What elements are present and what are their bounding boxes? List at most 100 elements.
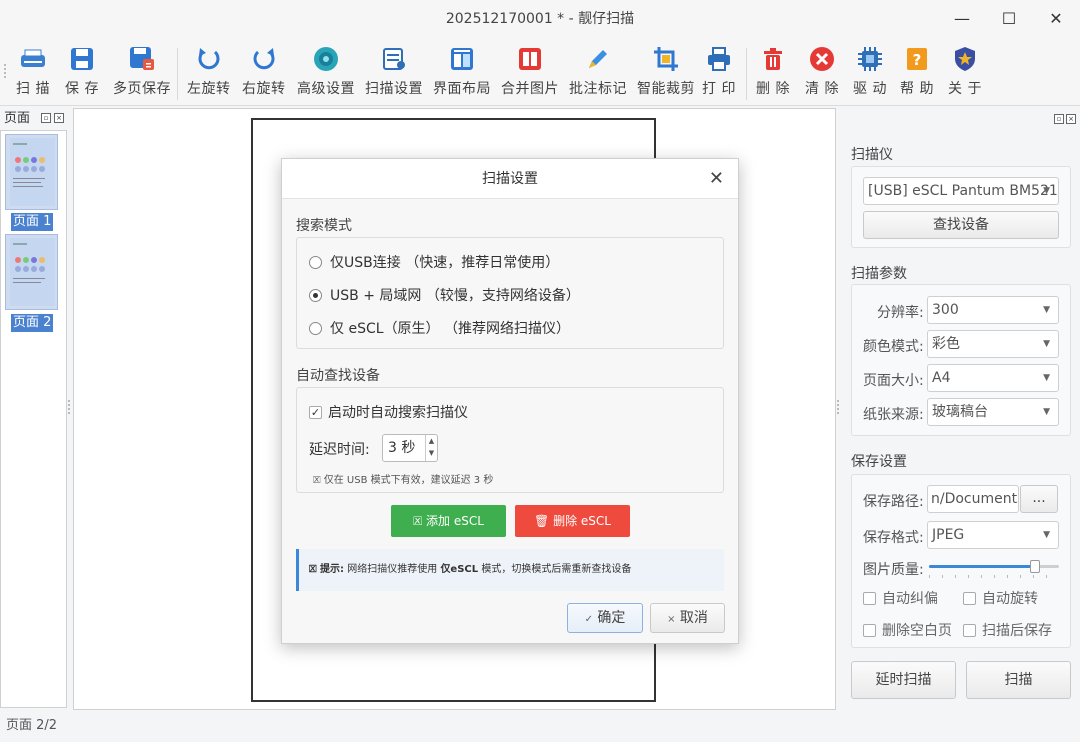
- panel-float-icon[interactable]: ▫: [1054, 114, 1064, 124]
- radio-button-selected: [309, 288, 322, 302]
- spinbox-buttons[interactable]: ▲ ▼: [425, 435, 437, 461]
- tool-label: 界面布局: [433, 81, 491, 97]
- scan-settings-icon: [379, 44, 409, 74]
- scan-button[interactable]: 扫描: [966, 661, 1071, 699]
- add-escl-button[interactable]: 🗵 添加 eSCL: [391, 505, 506, 537]
- print-tool-button[interactable]: 打 印: [702, 44, 736, 104]
- tool-label: 保 存: [65, 81, 99, 97]
- merge-images-tool-button[interactable]: 合并图片: [501, 44, 559, 104]
- panel-close-icon[interactable]: ×: [1066, 114, 1076, 124]
- page-thumbnail[interactable]: [5, 134, 58, 210]
- toolbar-grip[interactable]: [4, 64, 7, 78]
- advanced-settings-tool-button[interactable]: 高级设置: [297, 44, 355, 104]
- toolbar-separator: [746, 48, 747, 100]
- tool-label: 合并图片: [501, 81, 559, 97]
- save-path-input[interactable]: n/Documents: [927, 485, 1019, 513]
- checkbox-box: [863, 623, 876, 637]
- tool-label: 右旋转: [242, 81, 286, 97]
- save-tool-button[interactable]: 保 存: [65, 44, 99, 104]
- page-size-label: 页面大小:: [863, 373, 924, 389]
- chevron-down-icon: ▼: [1043, 186, 1050, 196]
- advanced-settings-icon: [311, 44, 341, 74]
- cancel-label: 取消: [679, 610, 708, 626]
- chevron-down-icon: ▼: [1043, 407, 1050, 417]
- about-shield-icon: [950, 44, 980, 74]
- save-format-select[interactable]: JPEG ▼: [927, 521, 1059, 549]
- help-tool-button[interactable]: ? 帮 助: [900, 44, 934, 104]
- save-icon: [67, 44, 97, 74]
- save-format-value: JPEG: [932, 527, 965, 543]
- radio-usb-only[interactable]: 仅USB连接 （快速，推荐日常使用）: [309, 252, 559, 272]
- rotate-left-tool-button[interactable]: 左旋转: [187, 44, 231, 104]
- clear-icon: [807, 44, 837, 74]
- delay-spinbox[interactable]: 3 秒 ▲ ▼: [382, 434, 438, 462]
- resolution-label: 分辨率:: [877, 305, 924, 321]
- delete-escl-button[interactable]: 🗑 删除 eSCL: [515, 505, 630, 537]
- rotate-right-tool-button[interactable]: 右旋转: [242, 44, 286, 104]
- paper-source-label: 纸张来源:: [863, 407, 924, 423]
- color-mode-select[interactable]: 彩色 ▼: [927, 330, 1059, 358]
- page-size-select[interactable]: A4 ▼: [927, 364, 1059, 392]
- page-thumbnail-list[interactable]: 页面 1 页面 2: [0, 130, 67, 708]
- title-bar: 202512170001 * - 靓仔扫描 — ☐ ✕: [0, 0, 1080, 38]
- maximize-button[interactable]: ☐: [985, 0, 1033, 38]
- tip-prefix: 🗵 提示:: [309, 564, 345, 575]
- delete-blank-checkbox[interactable]: 删除空白页: [863, 620, 952, 640]
- find-device-button[interactable]: 查找设备: [863, 211, 1059, 239]
- tool-label: 删 除: [756, 81, 790, 97]
- panel-close-icon[interactable]: ×: [54, 113, 64, 123]
- delay-scan-button[interactable]: 延时扫描: [851, 661, 956, 699]
- settings-panel: ▫ × 扫描仪 [USB] eSCL Pantum BM5210 ▼ 查找设备 …: [840, 108, 1080, 710]
- tool-label: 清 除: [805, 81, 839, 97]
- driver-tool-button[interactable]: 驱 动: [853, 44, 887, 104]
- page-thumbnail-label[interactable]: 页面 1: [11, 213, 54, 231]
- resolution-select[interactable]: 300 ▼: [927, 296, 1059, 324]
- params-group-title: 扫描参数: [851, 266, 907, 282]
- tip-suffix: 模式，切换模式后需重新查找设备: [481, 564, 632, 575]
- layout-tool-button[interactable]: 界面布局: [433, 44, 491, 104]
- left-splitter-handle[interactable]: [68, 400, 71, 414]
- clear-tool-button[interactable]: 清 除: [805, 44, 839, 104]
- scanner-device-select[interactable]: [USB] eSCL Pantum BM5210 ▼: [863, 177, 1059, 205]
- auto-rotate-checkbox[interactable]: 自动旋转: [963, 588, 1038, 608]
- save-after-scan-checkbox[interactable]: 扫描后保存: [963, 620, 1052, 640]
- tool-label: 扫描设置: [365, 81, 423, 97]
- checkbox-box: [963, 623, 976, 637]
- browse-path-button[interactable]: ...: [1020, 485, 1058, 513]
- ok-button[interactable]: ✓ 确定: [567, 603, 643, 633]
- close-icon: ✕: [1049, 9, 1063, 28]
- tool-label: 扫 描: [16, 81, 50, 97]
- scan-tool-button[interactable]: 扫 描: [16, 44, 50, 104]
- annotate-tool-button[interactable]: 批注标记: [569, 44, 627, 104]
- minimize-button[interactable]: —: [938, 0, 986, 38]
- scan-settings-tool-button[interactable]: 扫描设置: [365, 44, 423, 104]
- maximize-icon: ☐: [1001, 9, 1017, 28]
- window-title: 202512170001 * - 靓仔扫描: [445, 11, 635, 27]
- pages-panel: 页面 ▫ × 页面 1 页面 2: [0, 108, 70, 710]
- auto-search-checkbox[interactable]: ✓ 启动时自动搜索扫描仪: [309, 402, 468, 422]
- quality-label: 图片质量:: [863, 562, 924, 578]
- driver-chip-icon: [855, 44, 885, 74]
- thumbnail-preview: [10, 138, 55, 206]
- panel-float-icon[interactable]: ▫: [41, 113, 51, 123]
- chevron-down-icon: ▼: [1043, 339, 1050, 349]
- paper-source-value: 玻璃稿台: [932, 404, 988, 420]
- color-mode-label: 颜色模式:: [863, 339, 924, 355]
- page-thumbnail-label[interactable]: 页面 2: [11, 314, 54, 332]
- paper-source-select[interactable]: 玻璃稿台 ▼: [927, 398, 1059, 426]
- close-button[interactable]: ✕: [1032, 0, 1080, 38]
- page-thumbnail[interactable]: [5, 234, 58, 310]
- delay-hint: 🗵 仅在 USB 模式下有效，建议延迟 3 秒: [313, 475, 494, 486]
- auto-deskew-checkbox[interactable]: 自动纠偏: [863, 588, 938, 608]
- slider-handle[interactable]: [1029, 560, 1040, 573]
- quality-slider[interactable]: [929, 560, 1059, 578]
- radio-usb-lan[interactable]: USB + 局域网 （较慢，支持网络设备）: [309, 285, 580, 305]
- delete-tool-button[interactable]: 删 除: [756, 44, 790, 104]
- svg-text:?: ?: [913, 51, 922, 69]
- crop-tool-button[interactable]: 智能裁剪: [637, 44, 695, 104]
- radio-escl-only[interactable]: 仅 eSCL（原生） （推荐网络扫描仪）: [309, 318, 570, 338]
- about-tool-button[interactable]: 关 于: [948, 44, 982, 104]
- dialog-close-icon[interactable]: ✕: [709, 159, 724, 199]
- cancel-button[interactable]: × 取消: [650, 603, 725, 633]
- multi-save-tool-button[interactable]: 多页保存: [113, 44, 171, 104]
